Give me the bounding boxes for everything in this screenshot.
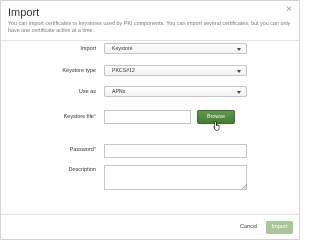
header-divider xyxy=(1,40,299,41)
description-label: Description xyxy=(68,167,96,173)
hand-pointer-icon xyxy=(213,121,220,131)
chevron-down-icon xyxy=(237,48,241,51)
keystore-file-input[interactable] xyxy=(104,110,191,124)
required-marker: * xyxy=(93,114,96,120)
keystore-type-value: PKCS#12 xyxy=(112,68,135,74)
password-label: Password* xyxy=(6,147,96,153)
keystore-type-label: Keystore type xyxy=(62,68,96,74)
keystore-file-label-text: Keystore file xyxy=(63,114,94,120)
keystore-file-label: Keystore file* xyxy=(6,114,96,120)
import-type-select[interactable]: Keystore xyxy=(104,43,247,54)
use-as-label: Use as xyxy=(78,89,96,95)
dialog-title: Import xyxy=(8,7,40,19)
use-as-select[interactable]: APNs xyxy=(104,86,247,97)
dialog-description: You can import certificates or keystores… xyxy=(8,21,291,35)
description-textarea[interactable] xyxy=(104,165,247,190)
use-as-value: APNs xyxy=(112,89,126,95)
import-button[interactable]: Import xyxy=(266,221,293,234)
password-label-text: Password xyxy=(69,147,94,153)
import-dialog: Import × You can import certificates or … xyxy=(0,0,300,240)
import-type-label: Import xyxy=(80,46,96,52)
cancel-button[interactable]: Cancel xyxy=(240,224,257,230)
password-input[interactable] xyxy=(104,144,247,158)
footer-divider xyxy=(1,214,299,215)
chevron-down-icon xyxy=(237,91,241,94)
close-icon[interactable]: × xyxy=(286,5,292,15)
resize-grip-icon[interactable] xyxy=(241,183,247,189)
keystore-type-select[interactable]: PKCS#12 xyxy=(104,65,247,76)
chevron-down-icon xyxy=(237,70,241,73)
required-marker: * xyxy=(93,147,96,153)
import-type-value: Keystore xyxy=(112,46,133,52)
